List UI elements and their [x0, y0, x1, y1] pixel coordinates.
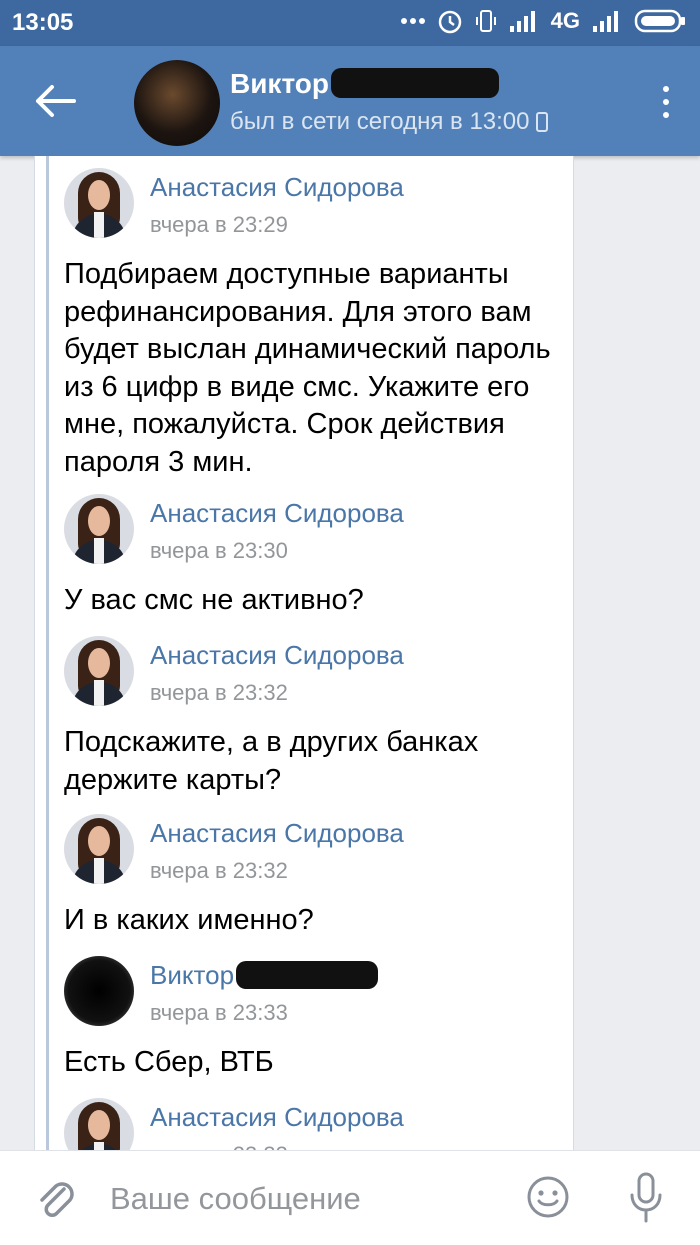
chat-area[interactable]: Анастасия Сидорова вчера в 23:29 Подбира…: [0, 156, 700, 1150]
message-text-content: Подбираем доступные варианты рефинансиро…: [64, 258, 551, 478]
avatar[interactable]: [64, 494, 134, 564]
signal-icon: [593, 11, 618, 32]
contact-name-text: Виктор: [230, 68, 329, 99]
avatar[interactable]: [64, 636, 134, 706]
more-vertical-icon[interactable]: [660, 86, 672, 124]
message-time: вчера в 23:33: [150, 1142, 288, 1150]
avatar[interactable]: [64, 168, 134, 238]
status-time: 13:05: [12, 9, 74, 36]
avatar[interactable]: [64, 956, 134, 1026]
message-time: вчера в 23:32: [150, 680, 288, 705]
message-author[interactable]: Анастасия Сидорова: [150, 1102, 404, 1133]
redaction-mark: [236, 961, 379, 989]
signal-icon: [509, 11, 535, 32]
avatar[interactable]: [64, 814, 134, 884]
smiley-icon[interactable]: [526, 1175, 570, 1219]
phone-icon: [535, 112, 548, 132]
message-author[interactable]: Анастасия Сидорова: [150, 172, 404, 203]
back-arrow-icon[interactable]: [30, 78, 80, 124]
contact-avatar[interactable]: [134, 60, 220, 146]
microphone-icon[interactable]: [626, 1171, 666, 1225]
message-time: вчера в 23:29: [150, 212, 288, 237]
message-time: вчера в 23:30: [150, 538, 288, 563]
message-author[interactable]: Виктор: [150, 960, 379, 991]
message-input[interactable]: [110, 1177, 490, 1221]
chat-header: Виктор был в сети сегодня в 13:00: [0, 46, 700, 156]
status-icons: 4G: [400, 8, 686, 34]
contact-status: был в сети сегодня в 13:00: [230, 108, 548, 136]
message-time: вчера в 23:32: [150, 858, 288, 883]
battery-icon: [634, 9, 685, 33]
forward-quote-line: [46, 156, 49, 1150]
message-text: И в каких именно?: [64, 904, 314, 936]
message-author[interactable]: Анастасия Сидорова: [150, 640, 404, 671]
message-text: Подбираем доступные варианты рефинансиро…: [64, 256, 564, 481]
paperclip-icon[interactable]: [34, 1175, 76, 1221]
message-text: Есть Сбер, ВТБ: [64, 1046, 274, 1078]
status-bar: 13:05 4G: [0, 0, 700, 46]
message-input-bar: [0, 1150, 700, 1245]
contact-status-text: был в сети сегодня в 13:00: [230, 108, 530, 135]
contact-name[interactable]: Виктор: [230, 68, 499, 100]
message-author[interactable]: Анастасия Сидорова: [150, 818, 404, 849]
redaction-mark: [331, 68, 499, 98]
message-author-text: Виктор: [150, 960, 235, 990]
more-dots-icon: [400, 18, 425, 24]
message-text: У вас смс не активно?: [64, 584, 364, 616]
alarm-icon: [438, 10, 461, 34]
network-type: 4G: [550, 8, 580, 33]
message-author[interactable]: Анастасия Сидорова: [150, 498, 404, 529]
message-time: вчера в 23:33: [150, 1000, 288, 1025]
message-text: Подскажите, а в других банках держите ка…: [64, 726, 479, 796]
vibrate-icon: [475, 10, 496, 32]
